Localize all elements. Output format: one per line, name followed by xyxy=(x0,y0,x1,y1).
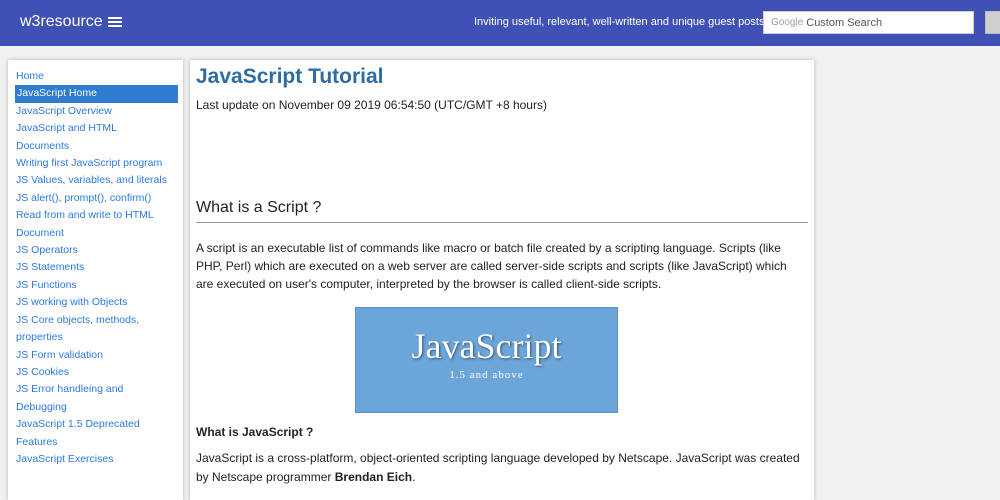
sidebar-item[interactable]: JavaScript and HTML Documents xyxy=(8,120,175,155)
sidebar-item[interactable]: JS Operators xyxy=(8,242,175,259)
sidebar-item[interactable]: JS Form validation xyxy=(8,347,175,364)
main-content: JavaScript Tutorial Last update on Novem… xyxy=(190,60,814,500)
sidebar-nav: Home JavaScript Home JavaScript Overview Ja… xyxy=(8,60,183,500)
sidebar-item[interactable]: Document xyxy=(8,225,175,242)
sidebar-item[interactable]: JS Statements xyxy=(8,259,175,276)
sidebar-item[interactable]: JavaScript Home xyxy=(15,85,178,103)
sidebar-item[interactable]: JS Functions xyxy=(8,277,175,294)
paragraph-end: . xyxy=(412,470,416,484)
script-paragraph: A script is an executable list of comman… xyxy=(196,241,787,291)
javascript-banner-image: JavaScript 1.5 and above xyxy=(355,307,618,413)
header-tagline: Inviting useful, relevant, well-written … xyxy=(474,16,768,28)
sidebar-item[interactable]: JS Error handleing and Debugging xyxy=(8,381,175,416)
sidebar-item[interactable]: Writing first JavaScript program xyxy=(8,155,175,172)
sidebar-item[interactable]: properties xyxy=(8,329,175,346)
sidebar-item[interactable]: JS working with Objects xyxy=(8,294,175,311)
sidebar-item[interactable]: JS alert(), prompt(), confirm() xyxy=(8,190,175,207)
search-input[interactable]: Google Custom Search xyxy=(763,11,974,34)
banner-subtitle: 1.5 and above xyxy=(449,369,524,381)
sidebar-item[interactable]: Read from and write to HTML xyxy=(8,207,175,224)
sidebar-item[interactable]: JavaScript Exercises xyxy=(8,451,175,468)
search-button[interactable] xyxy=(985,11,1000,34)
sub-heading: What is JavaScript ? xyxy=(196,425,314,439)
sidebar-item[interactable]: JavaScript 1.5 Deprecated Features xyxy=(8,416,175,451)
sidebar-item[interactable]: Home xyxy=(8,68,175,85)
page-title: JavaScript Tutorial xyxy=(196,65,384,88)
author-name: Brendan Eich xyxy=(334,470,413,484)
google-search-logo: Google xyxy=(771,17,804,28)
banner-title: JavaScript xyxy=(411,326,562,366)
search-placeholder: Custom Search xyxy=(806,16,883,29)
site-name[interactable]: w3resource xyxy=(20,13,103,31)
sidebar-item[interactable]: JS Core objects, methods, xyxy=(8,312,175,329)
paragraph-text: JavaScript is a cross-platform, object-o… xyxy=(196,451,800,484)
menu-icon[interactable] xyxy=(107,15,122,29)
javascript-paragraph: JavaScript is a cross-platform, object-o… xyxy=(196,449,804,487)
site-logo[interactable]: w3resource xyxy=(20,13,122,31)
top-navbar: w3resource Inviting useful, relevant, we… xyxy=(0,0,1000,46)
section-heading: What is a Script ? xyxy=(196,199,808,223)
sidebar-item[interactable]: JavaScript Overview xyxy=(8,103,175,120)
sidebar-item[interactable]: JS Values, variables, and literals xyxy=(8,172,175,189)
sidebar-item[interactable]: JS Cookies xyxy=(8,364,175,381)
last-updated: Last update on November 09 2019 06:54:50… xyxy=(196,98,547,112)
